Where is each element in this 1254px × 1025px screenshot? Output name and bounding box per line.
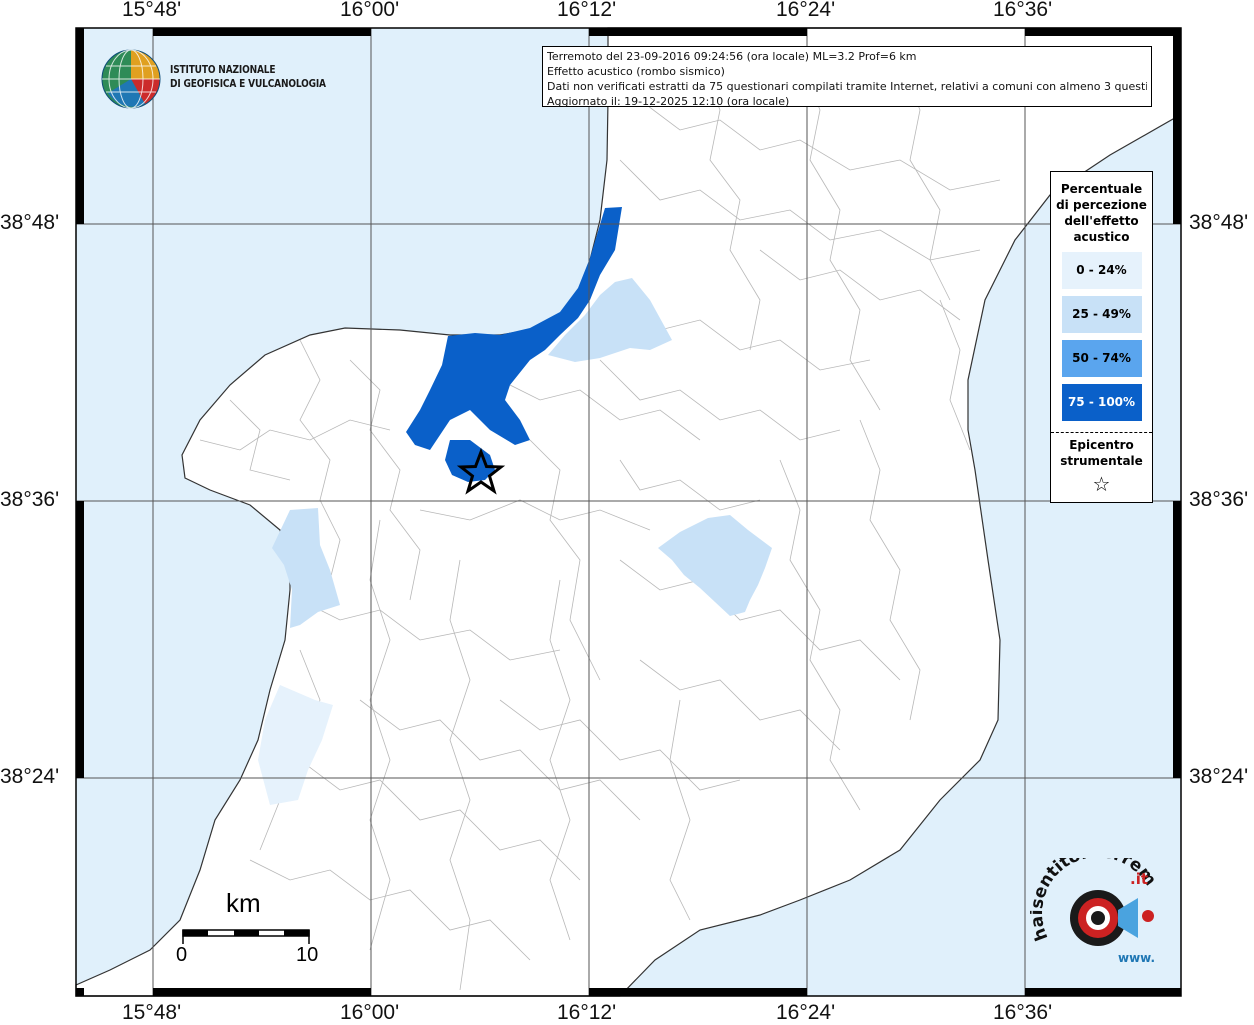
event-info-box: Terremoto del 23-09-2016 09:24:56 (ora l… bbox=[542, 46, 1152, 108]
lon-label-bottom-4: 16°24' bbox=[776, 1001, 836, 1024]
lat-label-right-3: 38°24' bbox=[1189, 765, 1249, 788]
ingv-globe-logo bbox=[101, 49, 161, 109]
legend-swatch-0-24: 0 - 24% bbox=[1061, 252, 1142, 289]
lon-label-bottom-2: 16°00' bbox=[340, 1001, 400, 1024]
lat-label-left-2: 38°36' bbox=[0, 488, 60, 511]
event-info-line-2: Effetto acustico (rombo sismico) bbox=[547, 65, 725, 78]
lon-label-top-5: 16°36' bbox=[993, 0, 1053, 21]
event-info-line-4: Aggiornato il: 19-12-2025 12:10 (ora loc… bbox=[547, 95, 790, 108]
lon-label-top-1: 15°48' bbox=[122, 0, 182, 21]
lat-label-left-3: 38°24' bbox=[0, 765, 60, 788]
legend-separator bbox=[1051, 432, 1152, 433]
legend-title: Percentuale di percezione dell'effetto a… bbox=[1056, 182, 1147, 244]
haisentitoilterremoto-logo: haisentitoilterremoto .it www. bbox=[1030, 858, 1160, 965]
lon-label-bottom-1: 15°48' bbox=[122, 1001, 182, 1024]
lon-label-bottom-5: 16°36' bbox=[993, 1001, 1053, 1024]
institution-line-2: DI GEOFISICA E VULCANOLOGIA bbox=[170, 78, 326, 90]
lat-label-right-2: 38°36' bbox=[1189, 488, 1249, 511]
scale-unit-label: km bbox=[226, 888, 261, 918]
event-info-line-3: Dati non verificati estratti da 75 quest… bbox=[547, 80, 1147, 93]
legend-swatch-50-74: 50 - 74% bbox=[1061, 340, 1142, 377]
legend-swatch-75-100: 75 - 100% bbox=[1061, 384, 1142, 421]
scale-min-label: 0 bbox=[176, 944, 188, 966]
legend-swatch-25-49: 25 - 49% bbox=[1061, 296, 1142, 333]
scale-max-label: 10 bbox=[296, 944, 319, 966]
logo-text-tld: .it bbox=[1130, 870, 1148, 888]
lon-label-top-2: 16°00' bbox=[340, 0, 400, 21]
event-info-line-1: Terremoto del 23-09-2016 09:24:56 (ora l… bbox=[547, 50, 917, 63]
legend: Percentuale di percezione dell'effetto a… bbox=[1050, 171, 1153, 503]
lon-label-top-4: 16°24' bbox=[776, 0, 836, 21]
legend-epicenter-label: Epicentro strumentale bbox=[1060, 438, 1143, 468]
institution-line-1: ISTITUTO NAZIONALE bbox=[170, 64, 276, 76]
legend-epicenter-star-icon: ☆ bbox=[1092, 472, 1111, 496]
lon-label-top-3: 16°12' bbox=[557, 0, 617, 21]
lon-label-bottom-3: 16°12' bbox=[557, 1001, 617, 1024]
logo-text-www: www. bbox=[1118, 951, 1155, 965]
lat-label-right-1: 38°48' bbox=[1189, 211, 1249, 234]
lat-label-left-1: 38°48' bbox=[0, 211, 60, 234]
institution-name: ISTITUTO NAZIONALE DI GEOFISICA E VULCAN… bbox=[170, 63, 326, 91]
